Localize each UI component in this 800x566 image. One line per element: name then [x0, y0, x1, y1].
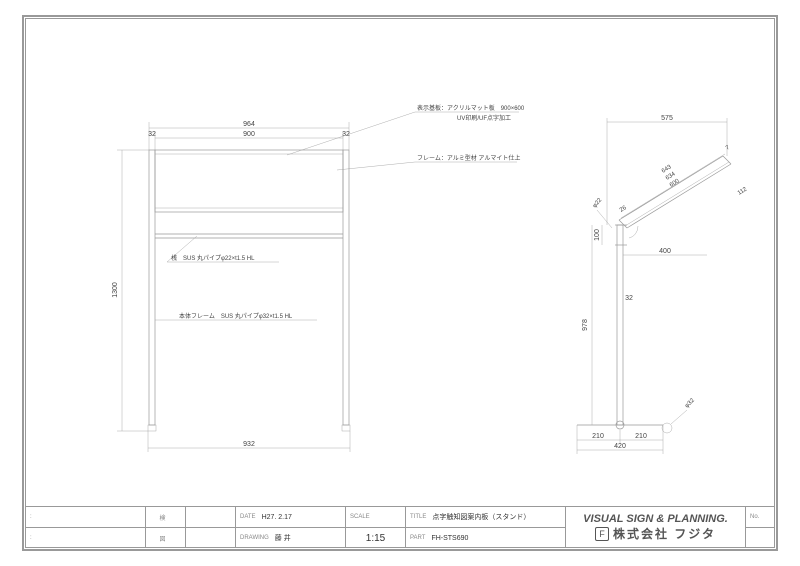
title-block: : : 検 図 DATEH27. 2.17 DRAWING藤 井 SCALE 1…: [25, 506, 775, 548]
date-value: H27. 2.17: [262, 514, 292, 521]
title-value: 点字触知図案内板（スタンド）: [432, 512, 530, 522]
no-label: No.: [750, 514, 759, 520]
dim-off-r: 210: [635, 433, 647, 440]
dim-dia: φ32: [684, 397, 696, 409]
drawing-area: 964 900 32 32 1300 932 表示基板：アクリルマット板 900…: [27, 20, 773, 506]
dim-slant-d: 112: [737, 186, 749, 197]
dim-frame-l: 32: [148, 131, 156, 138]
dim-frame-r: 32: [342, 131, 350, 138]
note-panel: 表示基板：アクリルマット板 900×600: [417, 104, 525, 112]
dim-ang-a: 26: [619, 205, 628, 214]
dim-side-top: 575: [661, 115, 673, 122]
scale-label: SCALE: [350, 514, 370, 520]
dim-off-l: 210: [592, 433, 604, 440]
dim-tube: 32: [625, 295, 633, 302]
dim-base-w: 932: [243, 441, 255, 448]
company-en: VISUAL SIGN & PLANNING.: [583, 513, 728, 525]
scale-value: 1:15: [366, 533, 385, 544]
dim-height: 1300: [112, 282, 119, 298]
drawing-label: DRAWING: [240, 535, 269, 541]
date-label: DATE: [240, 514, 256, 520]
dim-side-h: 978: [582, 319, 589, 331]
title-label: TITLE: [410, 514, 426, 520]
note-frame: フレーム：アルミ型材 アルマイト仕上: [417, 154, 520, 162]
dim-front-width: 964: [243, 121, 255, 128]
note-panel2: UV印刷/UF点字加工: [457, 114, 511, 122]
dim-panel-w: 900: [243, 131, 255, 138]
dim-side-base: 420: [614, 443, 626, 450]
note-rail: 桟 SUS 丸パイプφ22×t1.5 HL: [171, 254, 255, 262]
drawing-value: 藤 井: [275, 533, 291, 543]
dim-hole: φ22: [592, 197, 604, 209]
dim-ext: 400: [659, 248, 671, 255]
part-label: PART: [410, 535, 425, 541]
part-value: FH-STS690: [431, 535, 468, 542]
front-view: 964 900 32 32 1300 932 表示基板：アクリルマット板 900…: [112, 104, 525, 452]
dim-ang-b: 7: [725, 144, 732, 151]
note-body: 本体フレーム SUS 丸パイプφ32×t1.5 HL: [179, 312, 293, 320]
company-jp: 株式会社 フジタ: [613, 525, 716, 542]
logo-icon: F: [595, 527, 609, 541]
side-view: 575 978 100 210 210 420 400 32 φ22 φ32 6…: [577, 115, 749, 454]
dim-side-top-h: 100: [594, 229, 601, 241]
